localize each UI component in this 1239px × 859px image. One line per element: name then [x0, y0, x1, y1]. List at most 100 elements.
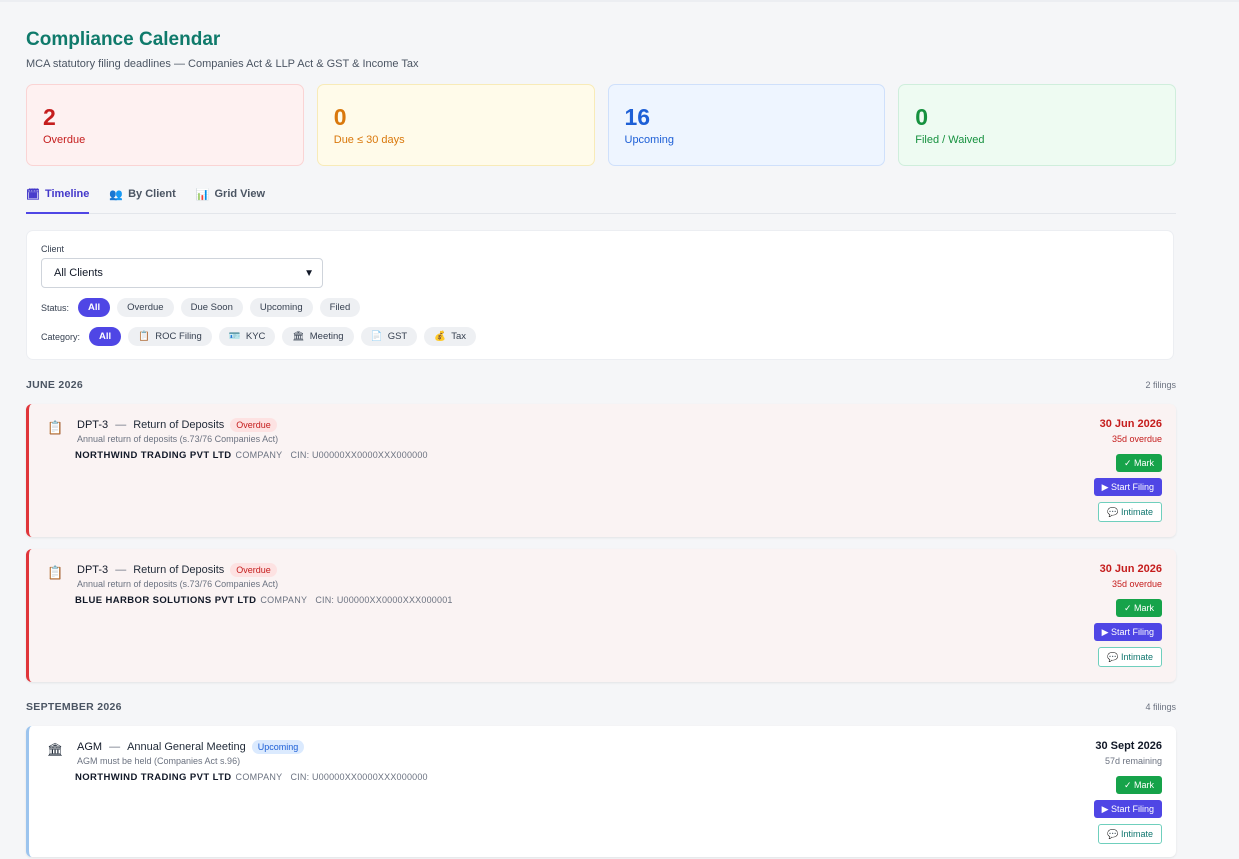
- entity-type: COMPANY: [235, 450, 283, 460]
- month-name: JUNE 2026: [26, 379, 83, 391]
- stat-overdue[interactable]: 2 Overdue: [26, 84, 304, 166]
- filing-card: 📋 DPT-3 — Return of Deposits Overdue Ann…: [26, 549, 1176, 682]
- entity-type: COMPANY: [260, 595, 308, 605]
- status-filter-label: Status:: [41, 302, 70, 313]
- tab-grid-view-label: Grid View: [214, 188, 266, 200]
- stat-filed[interactable]: 0 Filed / Waived: [898, 84, 1176, 166]
- category-pill-kyc[interactable]: 🪪 KYC: [218, 327, 276, 346]
- month-header-june-2026: JUNE 2026 2 filings: [26, 378, 1176, 392]
- entity-cin: CIN: U00000XX0000XXX000000: [290, 772, 428, 782]
- due-relative: 35d overdue: [1111, 434, 1162, 444]
- separator: —: [115, 563, 127, 576]
- filing-code: AGM: [77, 740, 103, 753]
- tab-timeline-label: Timeline: [44, 188, 90, 200]
- due-relative: 57d remaining: [1104, 756, 1162, 766]
- month-filing-count: 4 filings: [1145, 702, 1176, 712]
- filing-name: Return of Deposits: [133, 563, 225, 576]
- mark-button[interactable]: ✓ Mark: [1115, 454, 1162, 472]
- category-pill-meeting[interactable]: 🏛 Meeting: [282, 327, 354, 346]
- stat-filed-label: Filed / Waived: [915, 134, 985, 146]
- intimate-button[interactable]: 💬 Intimate: [1098, 824, 1162, 844]
- clipboard-icon: 📋: [47, 565, 64, 580]
- category-pill-meeting-label: Meeting: [309, 331, 344, 342]
- building-icon: 🏛: [47, 742, 64, 757]
- month-header-september-2026: SEPTEMBER 2026 4 filings: [26, 700, 1176, 714]
- building-icon: 🏛: [292, 331, 305, 342]
- status-pill-all[interactable]: All: [78, 298, 111, 317]
- filing-card: 📋 DPT-3 — Return of Deposits Overdue Ann…: [26, 404, 1176, 537]
- page-title: Compliance Calendar: [26, 29, 221, 50]
- tab-grid-view[interactable]: 📊 Grid View: [196, 186, 265, 214]
- stat-due-soon[interactable]: 0 Due ≤ 30 days: [316, 84, 595, 166]
- entity-name[interactable]: NORTHWIND TRADING PVT LTD: [75, 772, 232, 783]
- page-subtitle: MCA statutory filing deadlines — Compani…: [26, 58, 419, 70]
- separator: —: [115, 418, 127, 431]
- compliance-calendar-page: Compliance Calendar MCA statutory filing…: [26, 28, 1176, 857]
- filters-panel: Client All Clients ▼ Status: All Overdue…: [26, 230, 1174, 360]
- stat-upcoming[interactable]: 16 Upcoming: [607, 84, 886, 166]
- status-badge: Overdue: [230, 417, 277, 432]
- entity-name[interactable]: NORTHWIND TRADING PVT LTD: [75, 450, 232, 461]
- status-badge: Upcoming: [251, 739, 305, 754]
- top-border: [0, 0, 1239, 2]
- stat-overdue-label: Overdue: [43, 134, 86, 146]
- filing-name: Annual General Meeting: [127, 740, 246, 753]
- stat-overdue-value: 2: [43, 104, 56, 130]
- document-icon: 📄: [370, 331, 383, 342]
- status-pill-filed[interactable]: Filed: [319, 298, 361, 317]
- status-pill-upcoming[interactable]: Upcoming: [249, 298, 313, 317]
- money-bag-icon: 💰: [434, 331, 447, 342]
- category-filter-label: Category:: [41, 331, 81, 342]
- stat-upcoming-label: Upcoming: [624, 134, 675, 146]
- start-filing-button[interactable]: ▶ Start Filing: [1093, 478, 1162, 496]
- stat-due-soon-label: Due ≤ 30 days: [333, 134, 405, 146]
- stat-filed-value: 0: [915, 104, 929, 130]
- id-card-icon: 🪪: [228, 331, 241, 342]
- entity-cin: CIN: U00000XX0000XXX000000: [290, 450, 428, 460]
- calendar-icon: 🗓: [26, 189, 40, 201]
- due-date: 30 Jun 2026: [1099, 418, 1162, 430]
- filing-code: DPT-3: [77, 563, 109, 576]
- tab-by-client[interactable]: 👥 By Client: [109, 186, 175, 214]
- entity-type: COMPANY: [235, 772, 283, 782]
- mark-button[interactable]: ✓ Mark: [1115, 599, 1162, 617]
- due-relative: 35d overdue: [1111, 579, 1162, 589]
- client-filter-label: Client: [41, 244, 65, 254]
- category-pill-tax-label: Tax: [451, 331, 466, 342]
- stats-row: 2 Overdue 0 Due ≤ 30 days 16 Upcoming 0 …: [26, 84, 1176, 166]
- entity-name[interactable]: BLUE HARBOR SOLUTIONS PVT LTD: [75, 595, 256, 606]
- category-pill-gst[interactable]: 📄 GST: [360, 327, 418, 346]
- stat-upcoming-value: 16: [624, 104, 651, 130]
- entity-cin: CIN: U00000XX0000XXX000001: [315, 595, 453, 605]
- status-pill-due-soon[interactable]: Due Soon: [180, 298, 243, 317]
- status-pill-overdue[interactable]: Overdue: [117, 298, 174, 317]
- intimate-button[interactable]: 💬 Intimate: [1098, 647, 1162, 667]
- month-name: SEPTEMBER 2026: [26, 701, 122, 713]
- client-select-value: All Clients: [54, 267, 103, 279]
- category-pill-kyc-label: KYC: [245, 331, 266, 342]
- chevron-down-icon: ▼: [304, 267, 314, 279]
- start-filing-button[interactable]: ▶ Start Filing: [1093, 623, 1162, 641]
- client-select[interactable]: All Clients ▼: [41, 258, 323, 288]
- status-filter-row: Status: All Overdue Due Soon Upcoming Fi…: [41, 298, 1159, 317]
- separator: —: [109, 740, 121, 753]
- category-pill-all[interactable]: All: [89, 327, 122, 346]
- bar-chart-icon: 📊: [195, 189, 210, 201]
- category-pill-roc-filing-label: ROC Filing: [155, 331, 202, 342]
- category-filter-row: Category: All 📋 ROC Filing 🪪 KYC 🏛 Meeti…: [41, 327, 1159, 346]
- status-badge: Overdue: [230, 562, 277, 577]
- due-date: 30 Sept 2026: [1095, 740, 1162, 752]
- category-pill-tax[interactable]: 💰 Tax: [424, 327, 476, 346]
- filing-code: DPT-3: [77, 418, 109, 431]
- mark-button[interactable]: ✓ Mark: [1115, 776, 1162, 794]
- tab-timeline[interactable]: 🗓 Timeline: [26, 186, 90, 214]
- filing-name: Return of Deposits: [133, 418, 225, 431]
- clipboard-icon: 📋: [138, 331, 151, 342]
- category-pill-roc-filing[interactable]: 📋 ROC Filing: [128, 327, 212, 346]
- filing-card: 🏛 AGM — Annual General Meeting Upcoming …: [26, 726, 1176, 857]
- users-icon: 👥: [109, 189, 124, 201]
- start-filing-button[interactable]: ▶ Start Filing: [1093, 800, 1162, 818]
- due-date: 30 Jun 2026: [1099, 563, 1162, 575]
- clipboard-icon: 📋: [47, 420, 64, 435]
- intimate-button[interactable]: 💬 Intimate: [1098, 502, 1162, 522]
